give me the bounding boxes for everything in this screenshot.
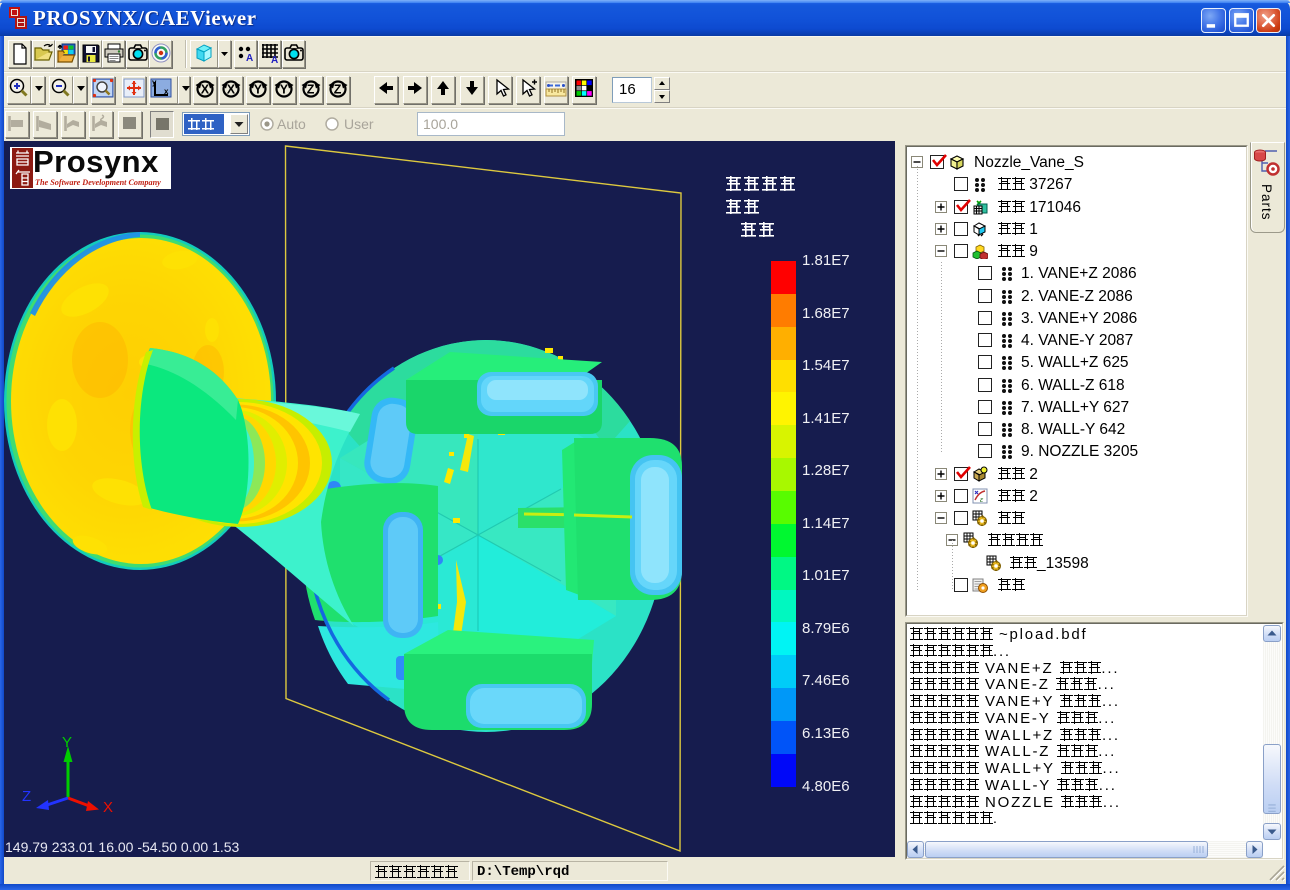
svg-text:Y: Y: [253, 83, 262, 97]
svg-text:X: X: [200, 83, 209, 97]
svg-text:A: A: [271, 55, 278, 66]
svg-text:Z: Z: [307, 83, 315, 97]
svg-text:y: y: [152, 78, 157, 87]
svg-text:Y: Y: [62, 734, 72, 751]
svg-text:Z: Z: [333, 83, 341, 97]
svg-text:149.79 233.01 16.00 -54.50 0.0: 149.79 233.01 16.00 -54.50 0.00 1.53: [5, 839, 240, 855]
svg-text:X: X: [227, 83, 236, 97]
svg-text:x: x: [164, 87, 169, 96]
svg-text:X: X: [103, 799, 113, 816]
svg-text:Y: Y: [280, 83, 289, 97]
svg-text:A: A: [246, 53, 253, 64]
svg-text:Z: Z: [22, 788, 31, 805]
